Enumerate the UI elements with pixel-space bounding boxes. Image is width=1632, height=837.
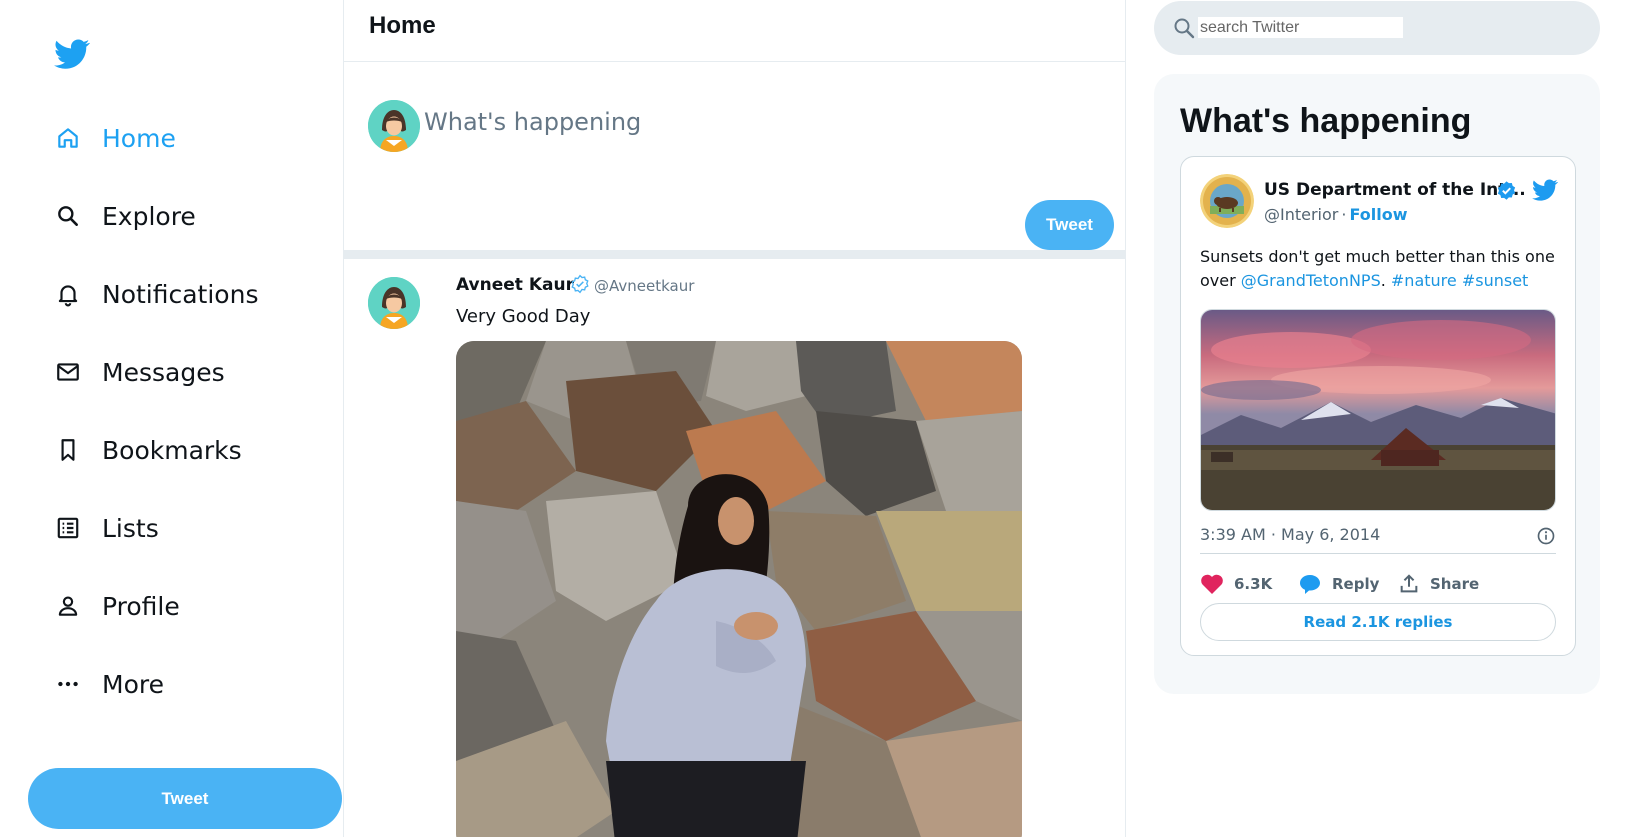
avatar[interactable] (368, 100, 420, 152)
sidebar-item-more[interactable]: More (50, 659, 164, 709)
read-replies-button[interactable]: Read 2.1K replies (1200, 603, 1556, 641)
like-button[interactable]: 6.3K (1200, 570, 1272, 598)
app: Home Explore Notifications Messages Book… (0, 0, 1632, 837)
sidebar-item-bookmarks[interactable]: Bookmarks (50, 425, 242, 475)
twitter-bird-icon[interactable] (52, 36, 92, 72)
mention-link[interactable]: @GrandTetonNPS (1241, 271, 1381, 290)
bell-icon (50, 276, 86, 312)
sidebar-item-profile[interactable]: Profile (50, 581, 180, 631)
embedded-tweet[interactable]: US Department of the Int... @Interior · Fo… (1180, 156, 1576, 656)
sidebar-item-home[interactable]: Home (50, 113, 176, 163)
divider (1200, 553, 1556, 554)
sidebar-item-lists[interactable]: Lists (50, 503, 159, 553)
photo-girl-on-rocks (456, 341, 1022, 837)
more-icon (50, 666, 86, 702)
like-count: 6.3K (1234, 575, 1273, 593)
sidebar-item-label: Messages (102, 357, 225, 387)
reply-bubble-icon (1300, 575, 1320, 594)
page-title: Home (369, 12, 436, 39)
tweet[interactable]: Avneet Kaur @Avneetkaur Very Good Day (344, 259, 1126, 837)
sidebar-item-label: Explore (102, 201, 196, 231)
sidebar-item-label: Notifications (102, 279, 259, 309)
heart-icon (1201, 574, 1223, 594)
embed-photo[interactable] (1200, 309, 1556, 511)
sidebar-item-notifications[interactable]: Notifications (50, 269, 258, 319)
photo-sunset-barn (1201, 310, 1555, 510)
divider (344, 250, 1126, 259)
tweet-timestamp[interactable]: 3:39 AM · May 6, 2014 (1200, 525, 1380, 544)
tweet-author-name[interactable]: Avneet Kaur (456, 275, 574, 295)
home-icon (50, 120, 86, 156)
sidebar-item-messages[interactable]: Messages (50, 347, 225, 397)
panel-title: What's happening (1180, 102, 1472, 140)
envelope-icon (50, 354, 86, 390)
compose-input[interactable] (424, 102, 1064, 142)
sidebar-tweet-button[interactable]: Tweet (28, 768, 342, 829)
tweet-author-handle[interactable]: @Avneetkaur (594, 277, 694, 295)
separator: · (1341, 205, 1347, 224)
avatar[interactable] (368, 277, 420, 329)
compose-box (344, 62, 1126, 250)
share-label: Share (1430, 575, 1480, 593)
hashtag-link[interactable]: #sunset (1462, 271, 1528, 290)
share-icon (1400, 574, 1418, 593)
sidebar-item-label: Profile (102, 591, 180, 621)
sidebar-item-label: Home (102, 123, 176, 153)
share-button[interactable]: Share (1398, 570, 1479, 598)
embed-author-handle-line: @Interior · Follow (1264, 205, 1407, 224)
text-segment: . (1380, 271, 1391, 290)
reply-button[interactable]: Reply (1298, 570, 1379, 598)
compose-tweet-button[interactable]: Tweet (1025, 200, 1114, 250)
search-icon (50, 198, 86, 234)
list-icon (50, 510, 86, 546)
whats-happening-panel: What's happening US Department of the In… (1154, 74, 1600, 694)
twitter-bird-icon[interactable] (1530, 177, 1560, 203)
follow-link[interactable]: Follow (1349, 205, 1407, 224)
verified-badge-icon (1497, 181, 1516, 200)
sidebar-item-label: Lists (102, 513, 159, 543)
search-input[interactable] (1198, 17, 1403, 38)
left-sidebar: Home Explore Notifications Messages Book… (0, 0, 344, 837)
verified-badge-icon (571, 274, 589, 294)
timeline-header: Home (344, 0, 1126, 62)
search-icon (1174, 18, 1195, 39)
embed-author-name[interactable]: US Department of the Int... (1264, 180, 1526, 200)
sidebar-item-explore[interactable]: Explore (50, 191, 196, 241)
embed-author-handle[interactable]: @Interior (1264, 205, 1338, 224)
embed-tweet-text: Sunsets don't get much better than this … (1200, 245, 1560, 293)
person-icon (50, 588, 86, 624)
sidebar-item-label: More (102, 669, 164, 699)
search-bar[interactable] (1154, 1, 1600, 55)
avatar[interactable] (1200, 174, 1254, 228)
hashtag-link[interactable]: #nature (1391, 271, 1457, 290)
bookmark-icon (50, 432, 86, 468)
info-icon[interactable] (1536, 526, 1556, 546)
tweet-photo[interactable] (456, 341, 1022, 837)
tweet-text: Very Good Day (456, 306, 591, 327)
sidebar-item-label: Bookmarks (102, 435, 242, 465)
reply-label: Reply (1332, 575, 1380, 593)
